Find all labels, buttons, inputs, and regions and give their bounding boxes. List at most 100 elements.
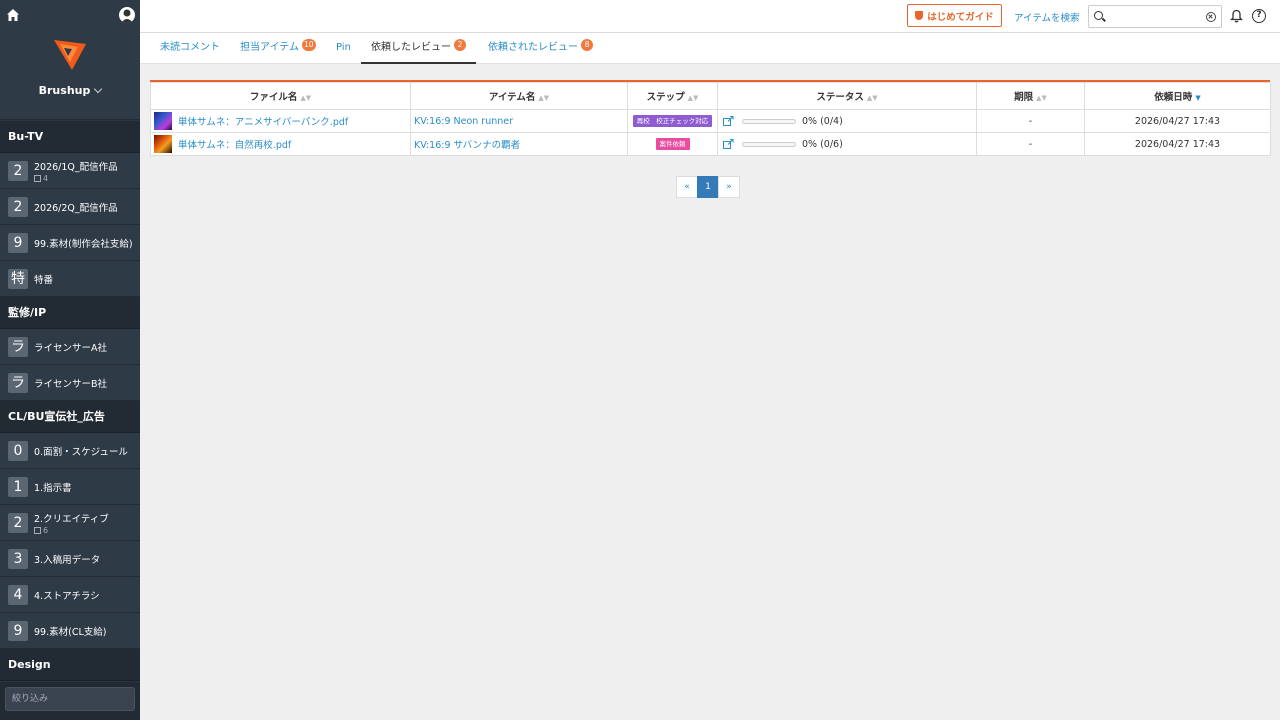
column-header-due[interactable]: 期限 ▲▼ [976, 82, 1085, 110]
sidebar-item-text: 2026/2Q_配信作品 [34, 200, 118, 214]
sidebar-item[interactable]: 9 99.素材(制作会社支給) [0, 225, 140, 261]
sidebar-item-label: 0.面割・スケジュール [34, 446, 128, 458]
sidebar-item[interactable]: 3 3.入稿用データ [0, 541, 140, 577]
progress-bar [742, 141, 796, 147]
sidebar-item[interactable]: 1 1.指示書 [0, 469, 140, 505]
project-badge: 2 [8, 196, 28, 217]
sidebar-item-label: 4.ストアチラシ [34, 590, 100, 602]
filter-input[interactable] [5, 687, 135, 711]
sidebar: Brushup Bu-TV 2 2026/1Q_配信作品 4 2 2026/2Q_配信作品… [0, 0, 140, 720]
sidebar-section-title: CL/BU宣伝社_広告 [0, 401, 140, 433]
tab-label: 担当アイテム [240, 42, 299, 53]
workspace-switcher[interactable]: Brushup [0, 84, 140, 97]
clear-search-icon[interactable] [1206, 12, 1216, 22]
column-header-file[interactable]: ファイル名 ▲▼ [150, 82, 411, 110]
step-tag: 再校 校正チェック対応 [632, 115, 713, 127]
tab-label: 未読コメント [160, 42, 220, 53]
tab-assigned-items[interactable]: 担当アイテム 10 [240, 33, 316, 64]
chevron-down-icon [94, 84, 103, 94]
column-label: アイテム名 [488, 92, 536, 103]
progress-text: 0% (0/6) [802, 138, 843, 150]
due-value: - [1028, 115, 1033, 127]
sidebar-item[interactable]: ラライセンサーA社 [0, 329, 140, 365]
column-header-step[interactable]: ステップ ▲▼ [627, 82, 718, 110]
home-icon[interactable] [6, 8, 20, 22]
sidebar-item-label: 2.クリエイティブ [34, 513, 109, 525]
column-header-item[interactable]: アイテム名 ▲▼ [410, 82, 628, 110]
sidebar-header: Brushup [0, 0, 140, 120]
review-box-icon [34, 526, 41, 534]
tab-requested-reviews[interactable]: 依頼したレビュー 2 [361, 33, 476, 64]
table-row: 単体サムネ：アニメサイバーパンク.pdf KV:16:9 Neon runner… [150, 109, 1271, 133]
sidebar-item[interactable]: 2 2026/1Q_配信作品 4 [0, 153, 140, 189]
column-header-request-date[interactable]: 依頼日時 ▼ [1084, 82, 1271, 110]
sidebar-item[interactable]: 特特番 [0, 261, 140, 297]
count-value: 4 [43, 173, 49, 183]
file-thumbnail[interactable] [154, 135, 172, 153]
file-link[interactable]: 単体サムネ：自然再校.pdf [178, 137, 291, 151]
sidebar-item-label: 1.指示書 [34, 482, 72, 494]
sidebar-item-label: 99.素材(CL支給) [34, 626, 107, 638]
sidebar-item[interactable]: 9 99.素材(CL支給) [0, 613, 140, 649]
sidebar-item-text: 特番 [34, 272, 53, 286]
file-cell: 単体サムネ：自然再校.pdf [150, 132, 411, 156]
due-cell: - [976, 132, 1085, 156]
sidebar-item-label: 99.素材(制作会社支給) [34, 238, 133, 250]
progress-bar [742, 118, 796, 124]
sort-desc-icon: ▼ [1195, 94, 1201, 102]
request-date-cell: 2026/04/27 17:43 [1084, 109, 1271, 133]
file-link[interactable]: 単体サムネ：アニメサイバーパンク.pdf [178, 114, 348, 128]
project-badge: ラ [8, 336, 28, 357]
search-icon [1094, 11, 1103, 20]
status-cell: 0% (0/4) [717, 109, 977, 133]
sidebar-item-count: 4 [34, 174, 118, 183]
open-external-icon[interactable] [723, 139, 734, 149]
tab-pin[interactable]: Pin [336, 33, 351, 64]
sidebar-item-label: 3.入稿用データ [34, 554, 101, 566]
status-cell: 0% (0/6) [717, 132, 977, 156]
column-label: ステップ [646, 92, 685, 103]
sidebar-item[interactable]: 2 2.クリエイティブ 6 [0, 505, 140, 541]
notification-bell-icon[interactable] [1230, 9, 1243, 23]
avatar[interactable] [119, 7, 135, 23]
sidebar-item-text: 1.指示書 [34, 480, 72, 494]
help-icon[interactable]: ? [1252, 9, 1266, 23]
tab-label: 依頼されたレビュー [488, 42, 578, 53]
sidebar-item-text: 99.素材(CL支給) [34, 624, 106, 638]
sidebar-item[interactable]: ラライセンサーB社 [0, 365, 140, 401]
sort-icon: ▲▼ [866, 94, 878, 102]
guide-button-label: はじめてガイド [927, 11, 994, 23]
project-badge: 9 [8, 620, 28, 641]
sidebar-item-text: 2.クリエイティブ 6 [34, 511, 109, 535]
sidebar-section-title: 監修/IP [0, 297, 140, 329]
sidebar-item[interactable]: 4 4.ストアチラシ [0, 577, 140, 613]
column-header-status[interactable]: ステータス ▲▼ [717, 82, 977, 110]
search-input[interactable] [1107, 8, 1203, 25]
sidebar-item-text: ライセンサーB社 [34, 376, 107, 390]
getting-started-guide-button[interactable]: はじめてガイド [907, 4, 1002, 27]
tab-bar: 未読コメント 担当アイテム 10 Pin 依頼したレビュー 2 依頼されたレビュー 8 [140, 33, 1280, 64]
sidebar-item-text: 3.入稿用データ [34, 552, 100, 566]
sidebar-item[interactable]: 2 2026/2Q_配信作品 [0, 189, 140, 225]
review-box-icon [34, 174, 41, 182]
column-label: ステータス [816, 92, 864, 103]
sort-icon: ▲▼ [687, 94, 699, 102]
step-tag: 案件依頼 [655, 138, 690, 150]
project-badge: 0 [8, 440, 28, 461]
next-page-button[interactable]: » [718, 176, 740, 198]
page-1-button[interactable]: 1 [697, 176, 719, 198]
item-link[interactable]: KV:16:9 サバンナの覇者 [414, 140, 520, 151]
item-link[interactable]: KV:16:9 Neon runner [414, 116, 513, 127]
tab-received-reviews[interactable]: 依頼されたレビュー 8 [488, 33, 593, 64]
file-thumbnail[interactable] [154, 112, 172, 130]
table-row: 単体サムネ：自然再校.pdf KV:16:9 サバンナの覇者 案件依頼 0% (… [150, 132, 1271, 156]
project-badge: 2 [8, 512, 28, 533]
sort-icon: ▲▼ [538, 94, 550, 102]
sidebar-item-text: ライセンサーA社 [34, 340, 107, 354]
prev-page-button[interactable]: « [676, 176, 698, 198]
tab-unread-comments[interactable]: 未読コメント [160, 33, 220, 64]
item-search-link[interactable]: アイテムを検索 [1014, 10, 1080, 24]
open-external-icon[interactable] [723, 116, 734, 126]
sidebar-item[interactable]: 0 0.面割・スケジュール [0, 433, 140, 469]
sidebar-item-label: 特番 [34, 274, 54, 286]
